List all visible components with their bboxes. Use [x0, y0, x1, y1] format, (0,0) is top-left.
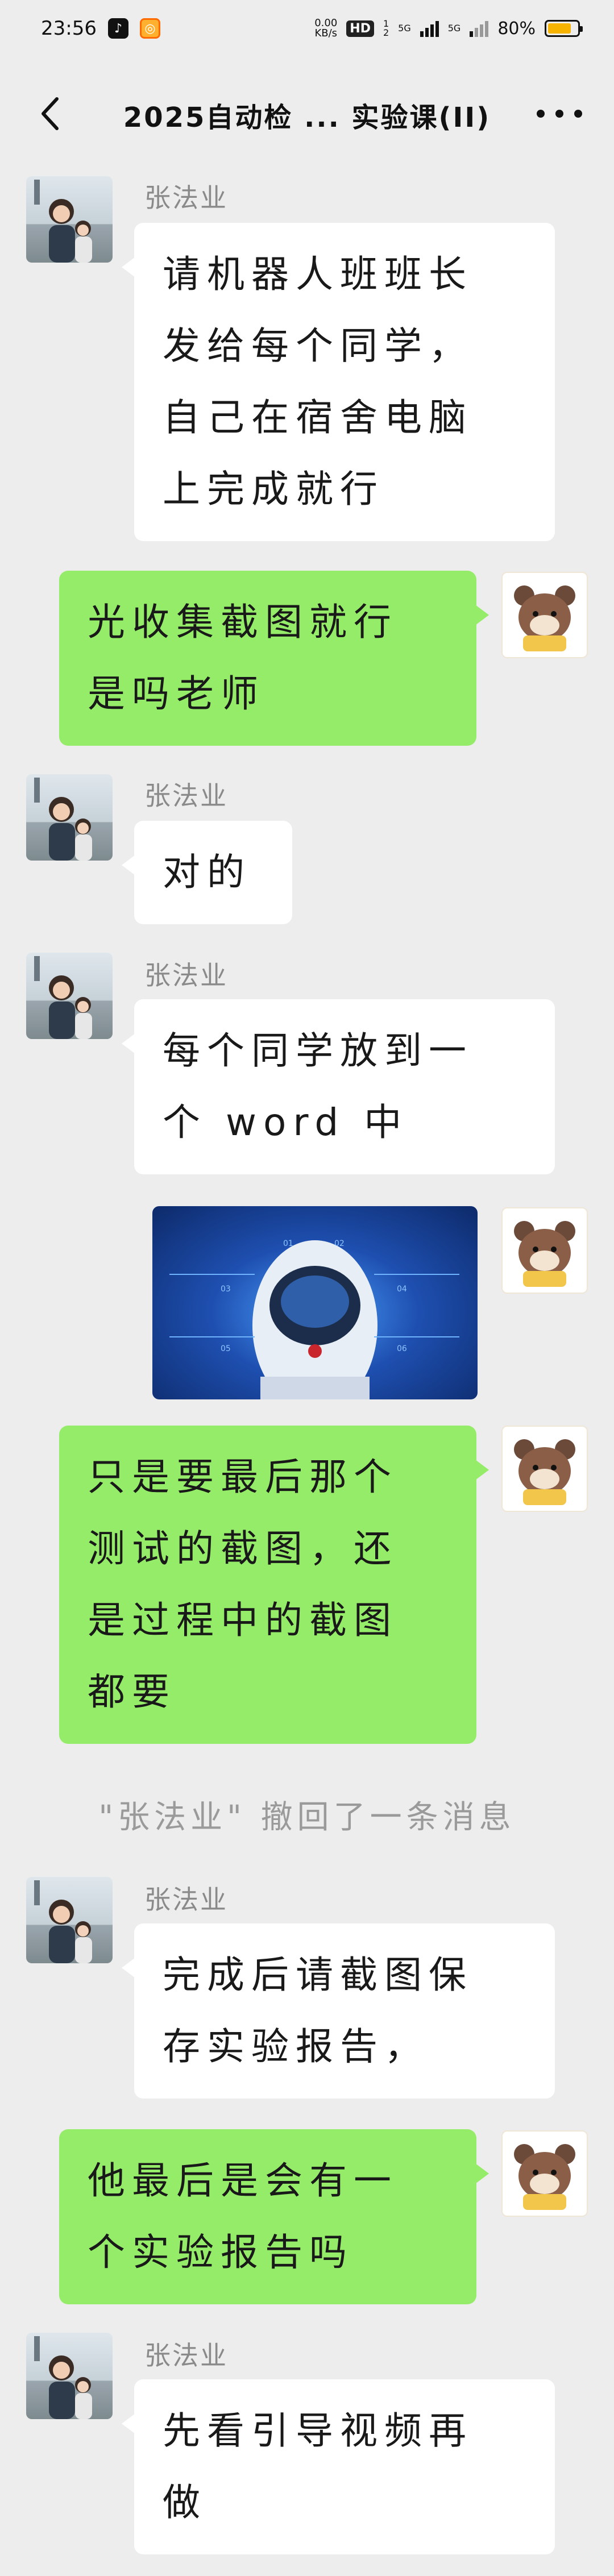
recall-notice: "张法业" 撤回了一条消息 [98, 1799, 516, 1836]
status-time: 23:56 [41, 17, 97, 40]
sender-name: 张法业 [144, 780, 228, 811]
status-right: 0.00 KB/s HD 1 2 5G 5G 80% [314, 18, 583, 39]
teacher-avatar[interactable] [26, 2333, 113, 2419]
self-avatar[interactable] [501, 572, 588, 658]
image-message[interactable]: 01 02 03 04 05 06 [152, 1206, 478, 1399]
avatar-photo [34, 1880, 92, 1963]
message-bubble-outgoing[interactable]: 只是要最后那个 测试的截图，还 是过程中的截图 都要 [59, 1426, 489, 1744]
bear-avatar-icon [514, 2144, 575, 2210]
avatar-photo [34, 180, 92, 263]
message-bubble-incoming[interactable]: 对的 [122, 821, 292, 924]
image-label: 01 [283, 1239, 293, 1248]
teacher-avatar[interactable] [26, 774, 113, 861]
message-bubble-incoming[interactable]: 每个同学放到一 个 word 中 [122, 999, 555, 1174]
signal-bars-icon-2 [470, 20, 489, 37]
image-label: 05 [221, 1344, 231, 1353]
signal-label-2: 5G [447, 23, 461, 34]
chevron-left-icon [42, 97, 59, 130]
signal-bars-icon [420, 20, 439, 37]
image-label: 03 [221, 1285, 231, 1294]
image-label: 06 [397, 1344, 407, 1353]
avatar-photo [34, 956, 92, 1039]
message-bubble-incoming[interactable]: 先看引导视频再 做 [122, 2379, 555, 2554]
sender-name: 张法业 [144, 182, 228, 213]
hd-badge-icon: HD [346, 20, 374, 37]
tiktok-icon: ♪ [107, 18, 128, 39]
more-dot [537, 110, 545, 118]
sender-name: 张法业 [144, 960, 228, 991]
avatar-photo [34, 778, 92, 861]
network-speed: 0.00 KB/s [314, 18, 337, 39]
self-avatar[interactable] [501, 2130, 588, 2217]
message-bubble-outgoing[interactable]: 他最后是会有一 个实验报告吗 [59, 2129, 489, 2304]
status-left: 23:56 ♪ ◎ [41, 17, 160, 40]
bear-avatar-icon [514, 585, 575, 651]
message-bubble-incoming[interactable]: 请机器人班班长 发给每个同学， 自己在宿舍电脑 上完成就行 [122, 223, 555, 541]
hd-sub-bottom: 2 [383, 27, 389, 38]
app-notification-icon: ◎ [139, 18, 160, 39]
teacher-avatar[interactable] [26, 176, 113, 263]
status-bar: 23:56 ♪ ◎ 0.00 KB/s HD 1 2 5G 5G 80% [0, 0, 614, 57]
message-bubble-incoming[interactable]: 完成后请截图保 存实验报告， [122, 1923, 555, 2099]
self-avatar[interactable] [501, 1207, 588, 1294]
hd-sub-labels: 1 2 [383, 19, 389, 38]
image-label: 04 [397, 1285, 407, 1294]
chat-title: 2025自动检 ... 实验课(II) [123, 102, 491, 134]
sender-name: 张法业 [144, 2340, 228, 2371]
network-speed-unit: KB/s [314, 27, 338, 39]
sender-name: 张法业 [144, 1884, 228, 1915]
more-dot [574, 110, 582, 118]
more-button[interactable] [537, 98, 582, 130]
avatar-photo [34, 2336, 92, 2419]
teacher-avatar[interactable] [26, 953, 113, 1039]
self-avatar[interactable] [501, 1426, 588, 1512]
signal-label-1: 5G [398, 23, 411, 34]
battery-percent: 80% [497, 18, 536, 39]
train-image: 01 02 03 04 05 06 [169, 1239, 459, 1399]
bear-avatar-icon [514, 1221, 575, 1287]
bear-avatar-icon [514, 1439, 575, 1505]
teacher-avatar[interactable] [26, 1877, 113, 1963]
message-bubble-outgoing[interactable]: 光收集截图就行 是吗老师 [59, 571, 489, 746]
battery-fill [548, 23, 571, 34]
back-button[interactable] [27, 91, 73, 136]
image-label: 02 [334, 1239, 345, 1248]
battery-icon [545, 20, 583, 37]
more-dot [555, 110, 563, 118]
chat-header: 2025自动检 ... 实验课(II) [0, 57, 614, 173]
